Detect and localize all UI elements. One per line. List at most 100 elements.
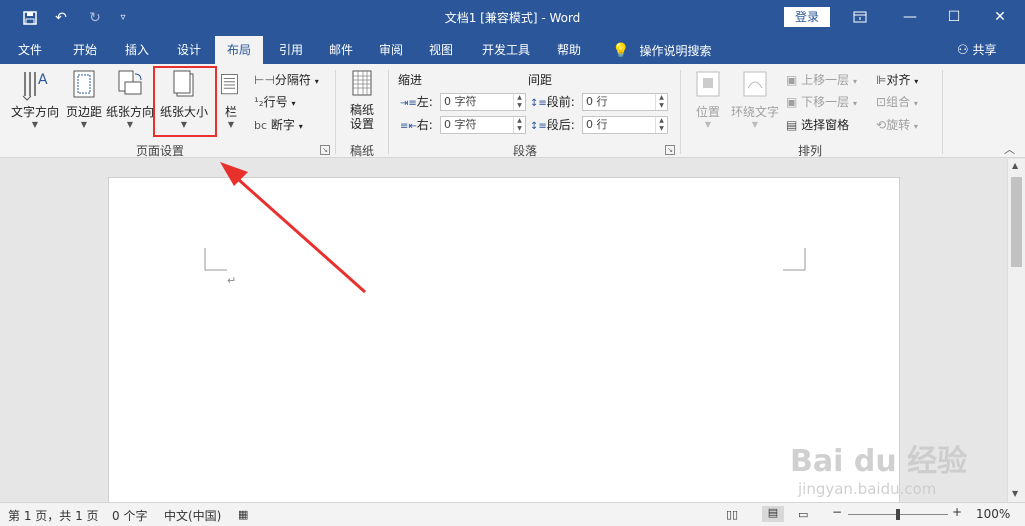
spin-arrows-icon[interactable]: ▲ ▼ — [513, 117, 525, 133]
group-divider — [335, 70, 336, 154]
tab-layout[interactable]: 布局 — [215, 36, 263, 64]
manuscript-setup-button[interactable]: 稿纸 设置 — [342, 68, 382, 138]
paragraph-launcher-icon[interactable]: ↘ — [665, 145, 675, 155]
spacing-before-input[interactable]: 0 行 ▲ ▼ — [582, 93, 668, 111]
wrap-text-label: 环绕文字 — [730, 105, 779, 119]
tab-file[interactable]: 文件 — [8, 36, 52, 64]
spin-arrows-icon[interactable]: ▲ ▼ — [513, 94, 525, 110]
spacing-after-icon: ↕≡ — [530, 121, 547, 132]
rotate-button[interactable]: ⟲旋转 ▾ — [876, 115, 918, 135]
zoom-level[interactable]: 100% — [976, 507, 1010, 521]
svg-text:A: A — [38, 72, 48, 88]
status-bar: 第 1 页，共 1 页 0 个字 中文(中国) ▦ ▯▯ ▤ ▭ − + 100… — [0, 502, 1025, 526]
lightbulb-icon: 💡 — [612, 43, 630, 59]
tab-references[interactable]: 引用 — [268, 36, 314, 64]
tell-me-label: 操作说明搜索 — [639, 44, 712, 58]
bring-forward-button[interactable]: ▣ 上移一层 ▾ — [786, 70, 857, 90]
tell-me-search[interactable]: 💡 操作说明搜索 — [612, 36, 711, 64]
selection-pane-button[interactable]: ▤ 选择窗格 — [786, 115, 849, 135]
language[interactable]: 中文(中国) — [164, 507, 221, 524]
share-label: 共享 — [972, 43, 997, 57]
print-layout-icon[interactable]: ▤ — [762, 506, 784, 522]
indent-right-input[interactable]: 0 字符 ▲ ▼ — [440, 116, 526, 134]
align-button[interactable]: ⊫对齐 ▾ — [876, 70, 918, 90]
annotation-highlight-box — [153, 66, 217, 137]
group-icon: ⊡ — [876, 95, 887, 109]
hyphenation-icon: bc — [254, 119, 268, 132]
maximize-icon[interactable]: ☐ — [932, 0, 976, 34]
tab-help[interactable]: 帮助 — [546, 36, 592, 64]
text-direction-button[interactable]: A 文字方向 ▼ — [9, 68, 61, 138]
chevron-down-icon: ▼ — [126, 120, 134, 129]
paragraph-group-label: 段落 — [512, 144, 537, 158]
undo-icon[interactable]: ↶ — [50, 8, 72, 28]
tab-design[interactable]: 设计 — [166, 36, 212, 64]
group-divider — [388, 70, 389, 154]
spacing-header: 间距 — [528, 73, 553, 87]
tab-review[interactable]: 审阅 — [368, 36, 414, 64]
columns-button[interactable]: 栏 ▼ — [218, 68, 244, 138]
manuscript-setup-label-1: 稿纸 — [349, 103, 374, 117]
group-button[interactable]: ⊡组合 ▾ — [876, 92, 918, 112]
text-direction-icon: A — [22, 72, 48, 101]
chevron-down-icon: ▼ — [80, 120, 88, 129]
macro-record-icon[interactable]: ▦ — [238, 508, 248, 521]
line-numbers-icon: ¹₂ — [254, 95, 264, 109]
chevron-down-icon: ▼ — [31, 120, 39, 129]
zoom-in-icon[interactable]: + — [952, 505, 962, 519]
minimize-icon[interactable]: — — [888, 0, 932, 34]
watermark: Bai du 经验 jingyan.baidu.com — [790, 436, 980, 502]
hyphenation-button[interactable]: bc 断字 ▾ — [254, 115, 303, 135]
breaks-icon: ⊢⊣ — [254, 73, 275, 87]
title-bar: ↶ ↻ ▿ 文档1 [兼容模式] - Word 登录 — ☐ ✕ — [0, 0, 1025, 36]
indent-right-label: ≡⇤右: — [400, 118, 433, 132]
scroll-up-icon[interactable]: ▲ — [1012, 161, 1018, 170]
read-mode-icon[interactable]: ▯▯ — [726, 508, 738, 521]
selection-pane-icon: ▤ — [786, 118, 798, 132]
tab-mailings[interactable]: 邮件 — [318, 36, 364, 64]
web-layout-icon[interactable]: ▭ — [798, 508, 808, 521]
bring-forward-icon: ▣ — [786, 73, 798, 87]
manuscript-setup-label-2: 设置 — [349, 117, 374, 131]
ribbon-display-icon[interactable] — [838, 0, 882, 34]
scroll-down-icon[interactable]: ▼ — [1012, 489, 1018, 498]
wrap-text-button[interactable]: 环绕文字 ▼ — [728, 68, 782, 138]
save-icon[interactable] — [19, 8, 41, 28]
send-backward-button[interactable]: ▣ 下移一层 ▾ — [786, 92, 857, 112]
margins-button[interactable]: 页边距 ▼ — [64, 68, 104, 138]
orientation-button[interactable]: 纸张方向 ▼ — [106, 68, 154, 138]
scroll-thumb[interactable] — [1011, 177, 1022, 267]
line-numbers-button[interactable]: ¹₂行号 ▾ — [254, 92, 295, 112]
spacing-after-input[interactable]: 0 行 ▲ ▼ — [582, 116, 668, 134]
indent-left-label: ⇥≡左: — [400, 95, 433, 109]
ribbon-tabs: 文件 开始 插入 设计 布局 引用 邮件 审阅 视图 开发工具 帮助 💡 操作说明… — [0, 36, 1025, 64]
spin-arrows-icon[interactable]: ▲ ▼ — [655, 94, 667, 110]
customize-icon[interactable]: ▿ — [112, 8, 134, 28]
tab-home[interactable]: 开始 — [62, 36, 108, 64]
chevron-down-icon: ▼ — [751, 120, 759, 129]
margins-label: 页边距 — [65, 105, 102, 119]
indent-left-input[interactable]: 0 字符 ▲ ▼ — [440, 93, 526, 111]
position-icon — [696, 71, 720, 97]
tab-view[interactable]: 视图 — [418, 36, 464, 64]
collapse-ribbon-icon[interactable]: ︿ — [1004, 140, 1015, 160]
tab-developer[interactable]: 开发工具 — [474, 36, 538, 64]
zoom-out-icon[interactable]: − — [832, 505, 842, 519]
spin-arrows-icon[interactable]: ▲ ▼ — [655, 117, 667, 133]
page-count[interactable]: 第 1 页，共 1 页 — [8, 507, 99, 524]
chevron-down-icon: ▼ — [227, 120, 235, 129]
position-button[interactable]: 位置 ▼ — [688, 68, 728, 138]
rotate-icon: ⟲ — [876, 118, 887, 132]
redo-icon[interactable]: ↻ — [84, 8, 106, 28]
vertical-scrollbar[interactable]: ▲ ▼ — [1007, 159, 1025, 502]
login-button[interactable]: 登录 — [784, 7, 830, 27]
zoom-slider-thumb[interactable] — [896, 509, 900, 520]
tab-insert[interactable]: 插入 — [114, 36, 160, 64]
columns-label: 栏 — [224, 105, 237, 119]
word-count[interactable]: 0 个字 — [112, 507, 147, 524]
spacing-before-icon: ↕≡ — [530, 98, 547, 109]
close-icon[interactable]: ✕ — [978, 0, 1022, 34]
share-button[interactable]: ⚇ 共享 — [957, 36, 997, 64]
breaks-button[interactable]: ⊢⊣分隔符 ▾ — [254, 70, 319, 90]
chevron-down-icon: ▾ — [298, 122, 303, 131]
